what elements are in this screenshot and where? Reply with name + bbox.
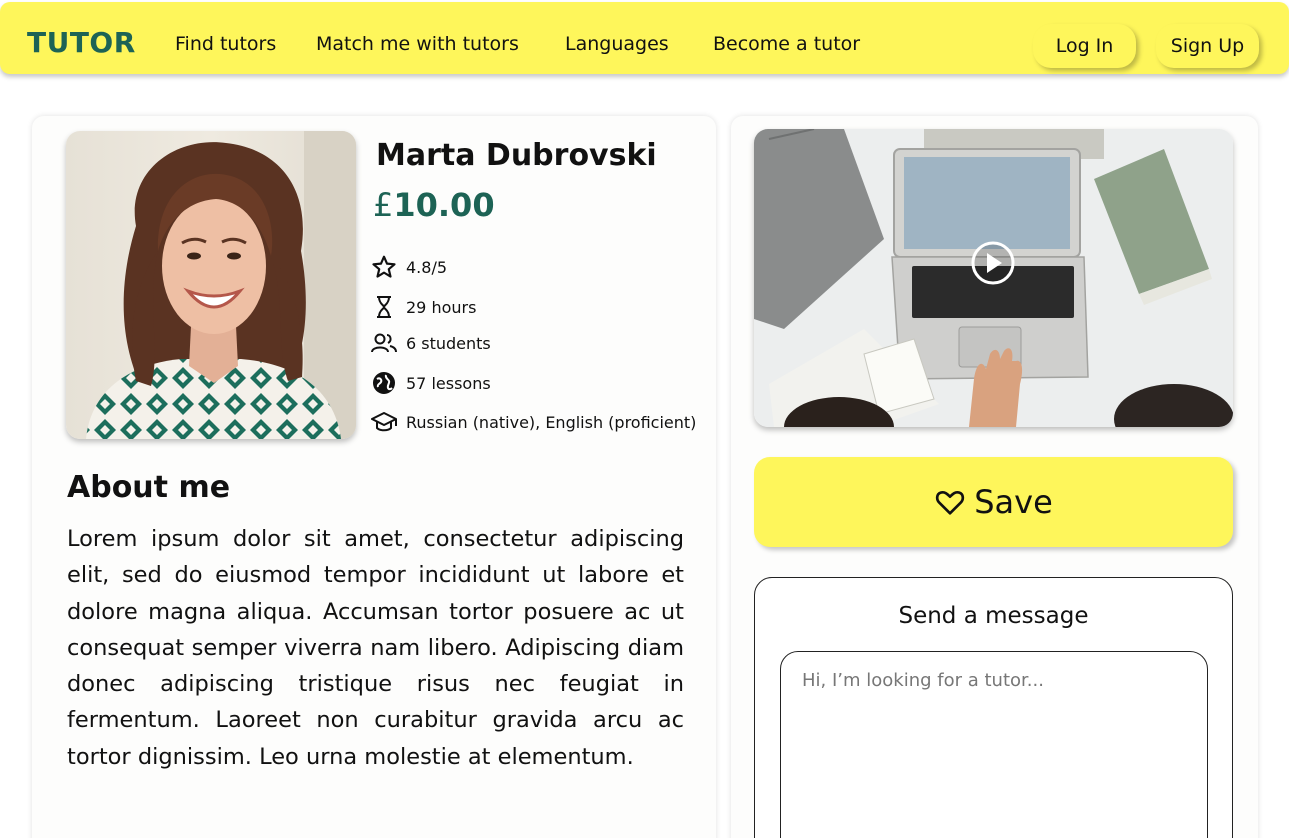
logo[interactable]: TUTOR [27,26,136,59]
signup-button[interactable]: Sign Up [1156,24,1259,68]
stat-lessons: 57 lessons [370,368,491,398]
about-title: About me [67,470,231,505]
users-icon [370,329,398,357]
stat-students: 6 students [370,328,491,358]
hours-text: 29 hours [406,297,477,317]
nav-find-tutors[interactable]: Find tutors [175,33,276,55]
intro-video[interactable] [754,129,1233,427]
star-icon [370,253,398,281]
globe-icon [370,369,398,397]
nav-languages[interactable]: Languages [565,33,669,55]
hourglass-icon [370,293,398,321]
stat-rating: 4.8/5 [370,252,447,282]
save-label: Save [974,483,1053,521]
message-panel: Send a message [754,577,1233,838]
rating-text: 4.8/5 [406,257,448,277]
stat-languages: Russian (native), English (proficient) [370,407,696,437]
play-icon[interactable] [973,243,1013,283]
tutor-name: Marta Dubrovski [376,138,657,173]
message-title: Send a message [898,603,1089,629]
tutor-photo [66,131,356,439]
lessons-text: 57 lessons [406,373,491,393]
currency-symbol: £ [373,186,394,224]
nav-match-me[interactable]: Match me with tutors [316,33,519,55]
languages-text: Russian (native), English (proficient) [406,412,697,432]
top-navbar: TUTOR Find tutors Match me with tutors L… [0,2,1289,74]
students-text: 6 students [406,333,491,353]
price-value: 10.00 [393,186,495,224]
heart-icon [934,486,966,518]
graduation-cap-icon [370,408,398,436]
login-button[interactable]: Log In [1033,24,1136,68]
tutor-price: £10.00 [373,186,495,224]
save-button[interactable]: Save [754,457,1233,547]
about-text: Lorem ipsum dolor sit amet, consectetur … [67,526,684,770]
nav-become-tutor[interactable]: Become a tutor [713,33,860,55]
stat-hours: 29 hours [370,292,476,322]
message-input[interactable] [780,651,1208,838]
